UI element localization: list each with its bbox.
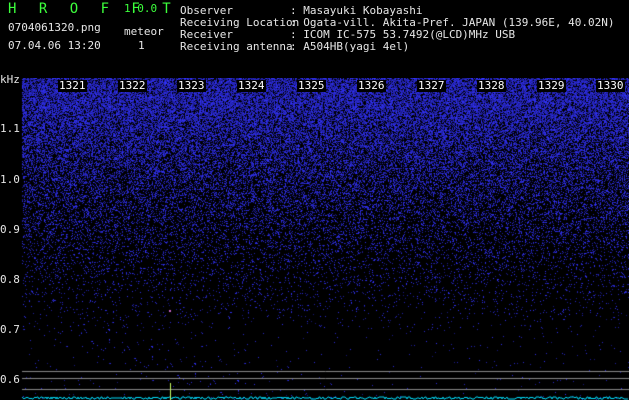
file-name: 0704061320.png xyxy=(8,21,101,34)
x-tick-label: 1324 xyxy=(237,79,266,92)
y-tick-label: 0.9 xyxy=(0,223,20,236)
y-tick-label: 0.7 xyxy=(0,323,20,336)
meteor-count-label: meteor xyxy=(124,25,164,38)
app-version: 1.0.0 xyxy=(124,2,158,15)
y-axis-unit: kHz xyxy=(0,73,20,86)
y-tick-label: 1.1 xyxy=(0,122,20,135)
y-tick-label: 0.6 xyxy=(0,373,20,386)
x-tick-label: 1323 xyxy=(177,79,206,92)
x-tick-label: 1321 xyxy=(58,79,87,92)
antenna-value: : A504HB(yagi 4el) xyxy=(290,40,410,53)
x-tick-label: 1327 xyxy=(417,79,446,92)
x-tick-label: 1330 xyxy=(596,79,625,92)
y-tick-label: 1.0 xyxy=(0,173,20,186)
y-tick-label: 0.8 xyxy=(0,273,20,286)
x-tick-label: 1325 xyxy=(297,79,326,92)
x-tick-label: 1328 xyxy=(477,79,506,92)
x-tick-label: 1322 xyxy=(118,79,147,92)
x-tick-label: 1326 xyxy=(357,79,386,92)
capture-datetime: 07.04.06 13:20 xyxy=(8,39,101,52)
meteor-count-value: 1 xyxy=(138,39,145,52)
spectrogram-plot xyxy=(0,78,629,400)
antenna-label: Receiving antenna xyxy=(180,40,293,53)
x-tick-label: 1329 xyxy=(537,79,566,92)
